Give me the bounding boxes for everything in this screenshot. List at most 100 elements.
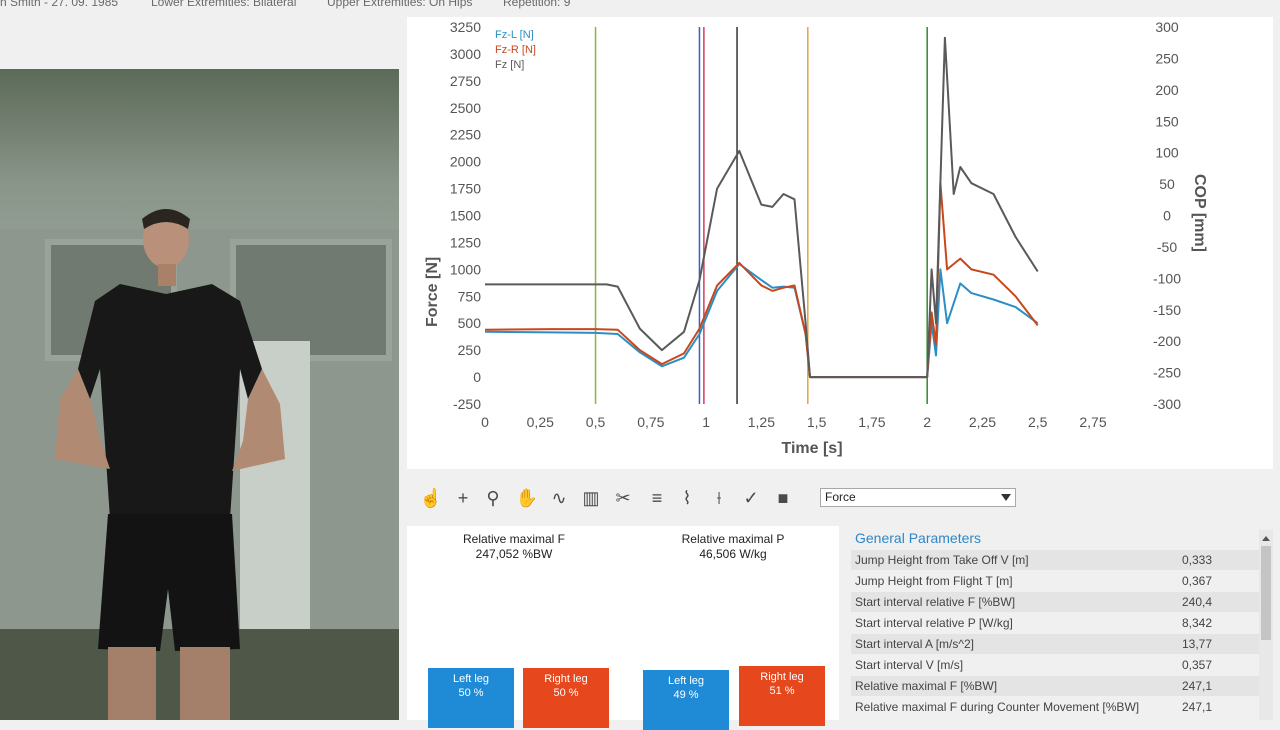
- param-row: Jump Height from Take Off V [m] 0,333: [851, 550, 1259, 570]
- y-tick-label: 0: [473, 369, 481, 385]
- params-scrollbar[interactable]: [1259, 530, 1273, 720]
- x-tick-label: 1,25: [748, 414, 775, 430]
- series-line: [484, 263, 1039, 379]
- waveform-icon[interactable]: ∿: [547, 486, 571, 510]
- menu-lines-icon[interactable]: ≡: [645, 486, 669, 510]
- camera-icon[interactable]: ■: [771, 486, 795, 510]
- param-value: 0,357: [1182, 658, 1213, 672]
- param-name: Start interval relative F [%BW]: [855, 595, 1016, 609]
- param-name: Jump Height from Take Off V [m]: [855, 553, 1029, 567]
- power-right-leg: Right leg 51 %: [739, 666, 825, 726]
- general-parameters-title: General Parameters: [855, 530, 982, 546]
- y-tick-label: 1500: [450, 208, 481, 224]
- y-tick-label: 2000: [450, 154, 481, 170]
- scissors-icon[interactable]: ✂: [611, 486, 635, 510]
- athlete-figure: [55, 209, 285, 720]
- scroll-thumb[interactable]: [1261, 546, 1271, 640]
- param-name: Start interval relative P [W/kg]: [855, 616, 1013, 630]
- x-tick-label: 2: [923, 414, 931, 430]
- y2-tick-label: -200: [1153, 333, 1181, 349]
- y2-tick-label: -250: [1153, 365, 1181, 381]
- crosshair-icon[interactable]: +: [451, 486, 475, 510]
- scroll-up-icon[interactable]: [1262, 536, 1270, 541]
- upper-extremities: Upper Extremities: On Hips: [327, 0, 473, 9]
- hand-touch-icon[interactable]: ☝: [419, 486, 443, 510]
- y-axis-label: Force [N]: [424, 257, 441, 327]
- y2-tick-label: -150: [1153, 302, 1181, 318]
- legend-fz-r: Fz-R [N]: [495, 44, 536, 56]
- y2-tick-label: 200: [1155, 82, 1179, 98]
- param-name: Start interval A [m/s^2]: [855, 637, 975, 651]
- signal-icon[interactable]: ⌇: [675, 486, 699, 510]
- x-axis-label: Time [s]: [781, 440, 842, 457]
- x-tick-label: 0,25: [527, 414, 554, 430]
- zoom-icon[interactable]: ⚲: [481, 486, 505, 510]
- y2-tick-label: 300: [1155, 19, 1179, 35]
- rel-max-p-label: Relative maximal P: [681, 532, 785, 546]
- y2-tick-label: 150: [1155, 113, 1179, 129]
- y2-tick-label: 50: [1159, 176, 1175, 192]
- y2-tick-label: 0: [1163, 208, 1171, 224]
- patient-name: n Smith - 27. 09. 1985: [0, 0, 119, 9]
- param-row: Start interval V [m/s] 0,357: [851, 655, 1259, 675]
- y2-tick-label: 250: [1155, 50, 1179, 66]
- param-value: 13,77: [1182, 637, 1213, 651]
- power-left-leg: Left leg 49 %: [643, 670, 729, 730]
- y2-tick-label: -50: [1157, 239, 1177, 255]
- x-tick-label: 2,75: [1079, 414, 1106, 430]
- y-tick-label: 1750: [450, 181, 481, 197]
- force-left-leg-label: Left leg: [452, 673, 490, 685]
- param-row: Relative maximal F [%BW] 247,1: [851, 676, 1259, 696]
- force-left-leg: Left leg 50 %: [428, 668, 514, 728]
- y2-tick-label: -100: [1153, 270, 1181, 286]
- param-value: 247,1: [1182, 679, 1213, 693]
- repetition: Repetition: 9: [503, 0, 571, 9]
- param-row: Jump Height from Flight T [m] 0,367: [851, 571, 1259, 591]
- check-wave-icon[interactable]: ✓: [739, 486, 763, 510]
- view-select-value: Force: [825, 490, 856, 504]
- y-tick-label: 250: [458, 342, 482, 358]
- axis-icon[interactable]: ⟊: [707, 486, 731, 510]
- rel-max-f-label: Relative maximal F: [462, 532, 566, 546]
- rel-max-p-value: 46,506 W/kg: [699, 547, 767, 561]
- x-tick-label: 1: [702, 414, 710, 430]
- y-tick-label: 500: [458, 315, 482, 331]
- power-left-leg-label: Left leg: [667, 675, 705, 687]
- view-select[interactable]: Force: [820, 488, 1016, 507]
- y2-tick-label: 100: [1155, 145, 1179, 161]
- results-panel: Relative maximal F 247,052 %BW Relative …: [407, 526, 839, 730]
- x-tick-label: 0,75: [637, 414, 664, 430]
- rel-max-p: Relative maximal P 46,506 W/kg: [643, 532, 823, 562]
- video-frame[interactable]: [0, 69, 399, 720]
- param-value: 240,4: [1182, 595, 1213, 609]
- y-tick-label: 750: [458, 288, 482, 304]
- y-tick-label: 2750: [450, 73, 481, 89]
- power-right-leg-label: Right leg: [760, 671, 804, 683]
- force-right-leg-value: 50 %: [553, 687, 579, 699]
- y2-axis-label: COP [mm]: [1191, 174, 1208, 252]
- force-left-leg-value: 50 %: [458, 687, 484, 699]
- param-row: Start interval relative F [%BW] 240,4: [851, 592, 1259, 612]
- force-chart-svg[interactable]: 3250300027502500225020001750150012501000…: [407, 17, 1273, 469]
- pan-hand-icon[interactable]: ✋: [515, 486, 539, 510]
- x-tick-label: 1,5: [807, 414, 827, 430]
- y-tick-label: 3000: [450, 46, 481, 62]
- param-row: Relative maximal F during Counter Moveme…: [851, 697, 1259, 717]
- legend-fz-l: Fz-L [N]: [495, 29, 534, 41]
- legend-fz: Fz [N]: [495, 59, 524, 71]
- param-value: 247,1: [1182, 700, 1213, 714]
- y-tick-label: 3250: [450, 19, 481, 35]
- force-chart[interactable]: 3250 3000 2750 2500 2250 2000 1750 1500 1250 1000…: [407, 17, 1273, 469]
- power-right-leg-value: 51 %: [769, 685, 795, 697]
- force-right-leg: Right leg 50 %: [523, 668, 609, 728]
- chevron-down-icon[interactable]: [1001, 494, 1011, 501]
- x-tick-label: 2,25: [969, 414, 996, 430]
- power-left-leg-value: 49 %: [673, 689, 699, 701]
- x-tick-label: 0,5: [586, 414, 606, 430]
- y-tick-label: 2250: [450, 127, 481, 143]
- bar-chart-icon[interactable]: ▥: [579, 486, 603, 510]
- x-tick-label: 1,75: [858, 414, 885, 430]
- rel-max-f: Relative maximal F 247,052 %BW: [424, 532, 604, 562]
- y-tick-label: -250: [453, 396, 481, 412]
- header-bar: n Smith - 27. 09. 1985 Lower Extremities…: [0, 0, 1280, 14]
